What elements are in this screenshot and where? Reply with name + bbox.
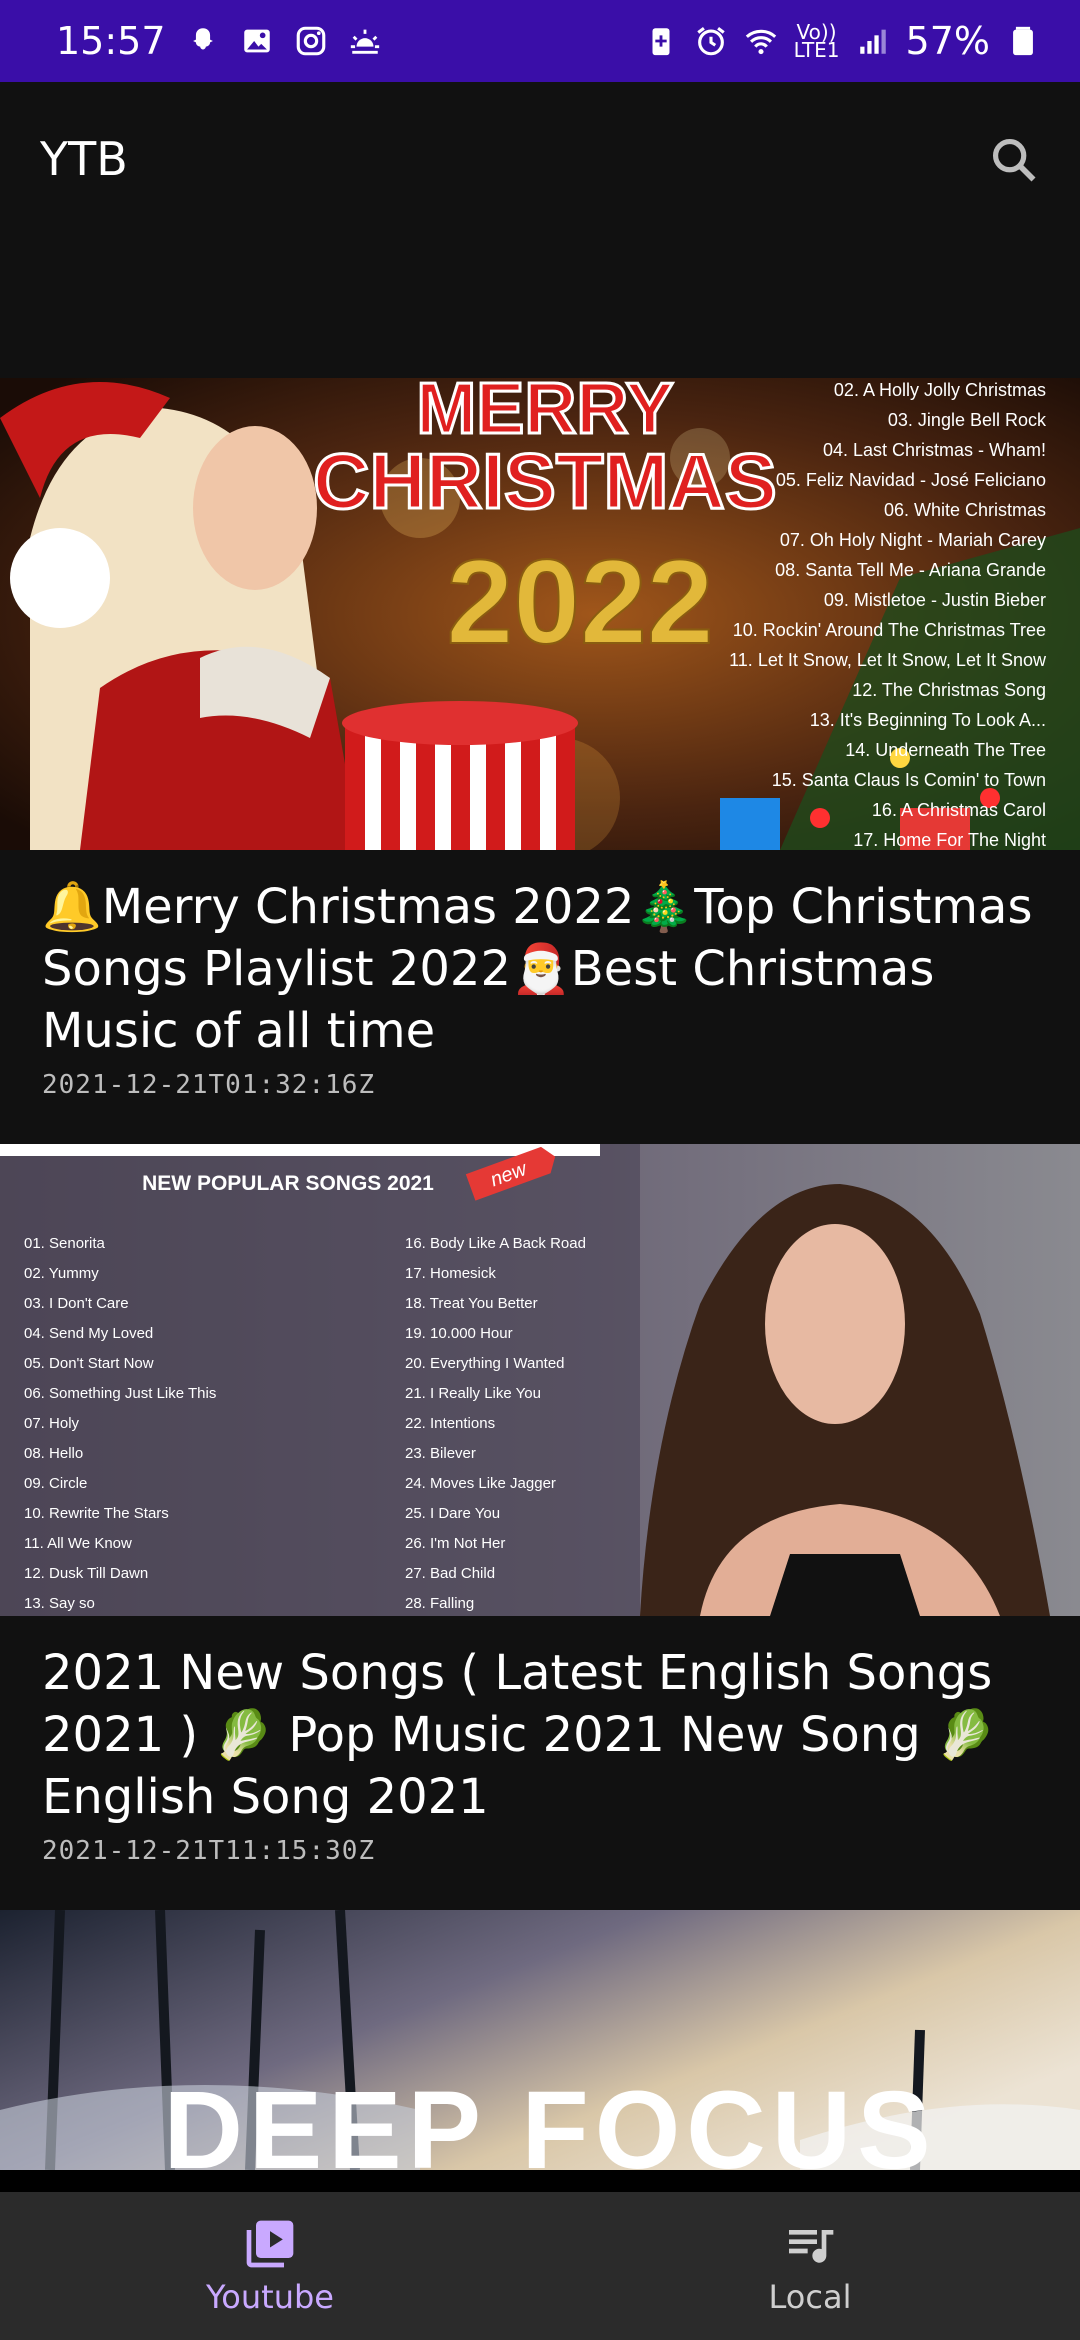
- thumb-track: 25. I Dare You: [405, 1505, 500, 1522]
- thumb-track: 22. Intentions: [405, 1415, 495, 1432]
- thumb-track: 17. Home For The Night: [853, 830, 1046, 850]
- video-caption: 2021 New Songs ( Latest English Songs 20…: [0, 1616, 1080, 1910]
- thumb-track: 10. Rockin' Around The Christmas Tree: [733, 620, 1046, 640]
- thumb-track: 16. Body Like A Back Road: [405, 1235, 586, 1252]
- battery-percent: 57%: [905, 19, 990, 63]
- thumb-track: 01. Senorita: [24, 1235, 106, 1252]
- thumb-track: 04. Send My Loved: [24, 1325, 153, 1342]
- signal-icon: [856, 24, 890, 58]
- app-title: YTB: [40, 132, 128, 186]
- thumb-track: 10. Rewrite The Stars: [24, 1505, 169, 1522]
- thumb-heading-christmas: CHRISTMAS: [313, 437, 777, 525]
- thumb-track: 06. Something Just Like This: [24, 1385, 216, 1402]
- video-thumbnail[interactable]: MERRY CHRISTMAS 2022 02. A Holly Jolly C…: [0, 378, 1080, 850]
- video-feed: MERRY CHRISTMAS 2022 02. A Holly Jolly C…: [0, 378, 1080, 2170]
- thumb-track: 16. A Christmas Carol: [872, 800, 1046, 820]
- app-bar: YTB: [0, 82, 1080, 378]
- thumb-track: 13. Say so: [24, 1595, 95, 1612]
- thumb-track: 15. Santa Claus Is Comin' to Town: [772, 770, 1046, 790]
- thumb-track: 19. 10.000 Hour: [405, 1325, 513, 1342]
- search-button[interactable]: [984, 130, 1044, 190]
- thumb-track: 18. Treat You Better: [405, 1295, 538, 1312]
- nav-item-youtube[interactable]: Youtube: [0, 2192, 540, 2340]
- nav-label: Local: [768, 2278, 852, 2316]
- thumb-track: 07. Holy: [24, 1415, 80, 1432]
- thumb-track: 02. A Holly Jolly Christmas: [834, 380, 1046, 400]
- video-caption: 🔔Merry Christmas 2022🎄Top Christmas Song…: [0, 850, 1080, 1144]
- status-time: 15:57: [56, 19, 166, 63]
- video-thumbnail[interactable]: NEW POPULAR SONGS 2021 new 01. Senorita …: [0, 1144, 1080, 1616]
- video-thumbnail[interactable]: DEEP FOCUS: [0, 1910, 1080, 2170]
- search-icon: [992, 138, 1036, 182]
- snapchat-icon: [186, 24, 220, 58]
- weather-icon: [348, 24, 382, 58]
- video-date: 2021-12-21T01:32:16Z: [42, 1070, 376, 1100]
- video-card[interactable]: NEW POPULAR SONGS 2021 new 01. Senorita …: [0, 1144, 1080, 1910]
- thumb-track: 08. Hello: [24, 1445, 83, 1462]
- thumb-year: 2022: [447, 535, 714, 669]
- nav-item-local[interactable]: Local: [540, 2192, 1080, 2340]
- thumb-track: 07. Oh Holy Night - Mariah Carey: [780, 530, 1046, 550]
- thumb-track: 20. Everything I Wanted: [405, 1355, 565, 1372]
- thumb-track: 21. I Really Like You: [405, 1385, 541, 1402]
- thumb-track: 23. Bilever: [405, 1445, 476, 1462]
- queue-music-icon: [789, 2230, 834, 2263]
- thumb-track: 24. Moves Like Jagger: [405, 1475, 556, 1492]
- bottom-navigation: Youtube Local: [0, 2192, 1080, 2340]
- thumb-track: 17. Homesick: [405, 1265, 496, 1282]
- battery-icon: [1006, 24, 1040, 58]
- video-library-icon: [246, 2220, 294, 2268]
- wifi-icon: [744, 24, 778, 58]
- nav-label: Youtube: [206, 2278, 334, 2316]
- thumb-track: 02. Yummy: [24, 1265, 99, 1282]
- video-card[interactable]: DEEP FOCUS: [0, 1910, 1080, 2170]
- video-card[interactable]: MERRY CHRISTMAS 2022 02. A Holly Jolly C…: [0, 378, 1080, 1144]
- thumb-track: 12. The Christmas Song: [852, 680, 1046, 700]
- battery-saver-icon: [644, 24, 678, 58]
- thumb-track: 03. I Don't Care: [24, 1295, 129, 1312]
- thumb-track: 09. Circle: [24, 1475, 87, 1492]
- video-title[interactable]: 🔔Merry Christmas 2022🎄Top Christmas Song…: [42, 876, 1038, 1062]
- thumb-heading: DEEP FOCUS: [163, 2069, 936, 2170]
- thumb-track: 26. I'm Not Her: [405, 1535, 505, 1552]
- alarm-icon: [694, 24, 728, 58]
- thumb-track: 06. White Christmas: [884, 500, 1046, 520]
- status-bar: 15:57 Vo)) LTE1 57%: [0, 0, 1080, 82]
- thumb-track: 04. Last Christmas - Wham!: [823, 440, 1046, 460]
- thumb-track: 03. Jingle Bell Rock: [888, 410, 1047, 430]
- thumb-track: 08. Santa Tell Me - Ariana Grande: [775, 560, 1046, 580]
- thumb-track: 27. Bad Child: [405, 1565, 495, 1582]
- thumb-track: 05. Feliz Navidad - José Feliciano: [776, 470, 1046, 490]
- thumb-track: 14. Underneath The Tree: [845, 740, 1046, 760]
- thumb-track: 09. Mistletoe - Justin Bieber: [824, 590, 1046, 610]
- video-date: 2021-12-21T11:15:30Z: [42, 1836, 376, 1866]
- video-title[interactable]: 2021 New Songs ( Latest English Songs 20…: [42, 1642, 1038, 1828]
- network-type: Vo)) LTE1: [793, 20, 840, 62]
- thumb-track: 11. All We Know: [24, 1535, 132, 1552]
- thumb-heading: NEW POPULAR SONGS 2021: [142, 1172, 434, 1195]
- gallery-icon: [240, 24, 274, 58]
- thumb-track: 05. Don't Start Now: [24, 1355, 154, 1372]
- thumb-track: 11. Let It Snow, Let It Snow, Let It Sno…: [729, 650, 1047, 670]
- thumb-track: 12. Dusk Till Dawn: [24, 1565, 148, 1582]
- thumb-track: 28. Falling: [405, 1595, 474, 1612]
- instagram-icon: [294, 24, 328, 58]
- thumb-track: 13. It's Beginning To Look A...: [810, 710, 1046, 730]
